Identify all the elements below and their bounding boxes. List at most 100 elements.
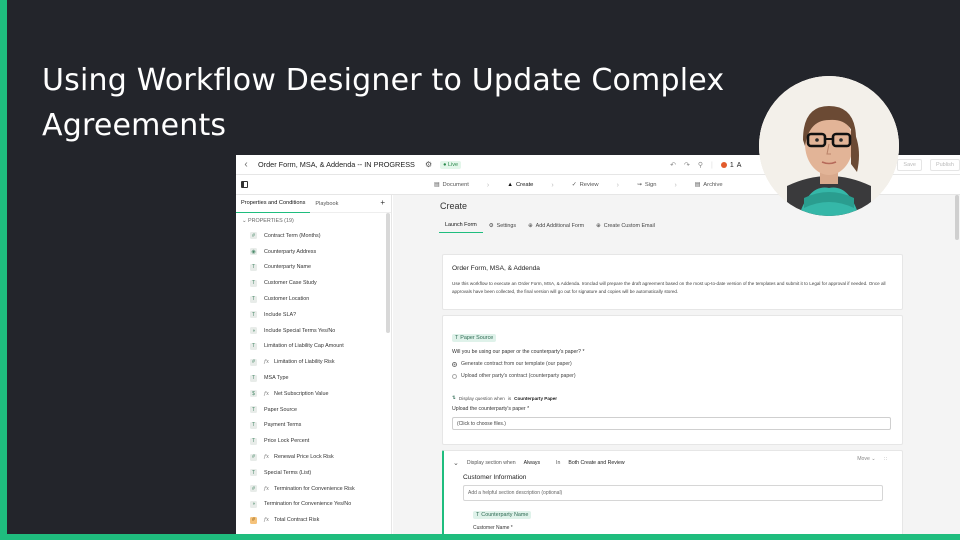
main-scrollbar[interactable] (955, 195, 959, 240)
property-item[interactable]: T Include SLA? (236, 307, 391, 323)
drag-handle-icon[interactable]: ∷ (884, 456, 887, 462)
move-label: Move (857, 456, 870, 462)
section-title[interactable]: Customer Information (463, 474, 893, 481)
alert-label: A (736, 161, 742, 169)
redo-icon[interactable]: ↷ (684, 161, 690, 169)
chip-label: Paper Source (460, 335, 494, 341)
radio-counterparty-paper[interactable]: Upload other party's contract (counterpa… (452, 373, 893, 379)
in-select[interactable]: Both Create and Review (568, 460, 624, 466)
tab-launch-form[interactable]: Launch Form (439, 222, 483, 233)
panel-toggle-icon[interactable] (236, 175, 252, 195)
chevron-down-icon[interactable]: ⌄ (453, 459, 459, 467)
property-item[interactable]: T MSA Type (236, 370, 391, 386)
property-label: Limitation of Liability Cap Amount (264, 343, 344, 350)
property-item[interactable]: T Limitation of Liability Cap Amount (236, 339, 391, 355)
property-item[interactable]: T Payment Terms (236, 418, 391, 434)
tab-add-additional-form[interactable]: ⊕ Add Additional Form (522, 223, 590, 233)
step-label: Archive (703, 182, 723, 188)
property-chip[interactable]: T Paper Source (452, 334, 497, 342)
property-item[interactable]: # fx Termination for Convenience Risk (236, 481, 391, 497)
property-label: Counterparty Name (264, 264, 312, 271)
property-item[interactable]: ◉ Counterparty Address (236, 244, 391, 260)
property-item[interactable]: # fx Total Contract Risk (236, 512, 391, 528)
slide-title: Using Workflow Designer to Update Comple… (42, 63, 725, 143)
alert-indicator[interactable]: 1 A (720, 161, 742, 169)
property-label: Paper Source (264, 406, 297, 413)
property-label: Termination for Convenience Yes/No (264, 501, 352, 508)
tab-label: Settings (496, 222, 517, 229)
presenter-photo (759, 76, 899, 216)
gear-icon: ⚙ (488, 222, 494, 229)
property-item[interactable]: ◑ Termination for Convenience Yes/No (236, 497, 391, 513)
main-tabs: Launch Form ⚙ Settings ⊕ Add Additional Fo… (439, 222, 661, 233)
archive-icon: ▤ (694, 182, 701, 188)
property-chip[interactable]: T Counterparty Name (473, 511, 532, 519)
property-item[interactable]: T Special Terms (List) (236, 465, 391, 481)
property-label: Include Special Terms Yes/No (264, 327, 336, 334)
upload-label: Upload the counterparty's paper * (452, 406, 530, 412)
publish-button[interactable]: Publish (929, 159, 960, 171)
display-when-select[interactable]: Always (524, 460, 540, 466)
alert-dot-icon (720, 162, 727, 168)
step-document[interactable]: ▤ Document (434, 182, 469, 188)
properties-header[interactable]: ⌄ PROPERTIES (19) (242, 218, 391, 224)
number-type-icon: # (250, 453, 257, 461)
property-label: Renewal Price Lock Risk (274, 454, 334, 461)
property-item[interactable]: T Customer Location (236, 291, 391, 307)
main-canvas: Create Launch Form ⚙ Settings ⊕ Add Additi… (393, 195, 960, 534)
step-review[interactable]: ✓ Review (572, 182, 599, 188)
step-label: Create (516, 182, 534, 188)
property-item[interactable]: ◑ Include Special Terms Yes/No (236, 323, 391, 339)
property-item[interactable]: $ fx Net Subscription Value (236, 386, 391, 402)
section-card: ⌄ Display section when Always In Both Cr… (442, 450, 903, 534)
chevron-right-icon: › (486, 181, 490, 189)
divider: | (711, 161, 713, 169)
sidebar-scrollbar[interactable] (386, 213, 390, 333)
tab-properties-and-conditions[interactable]: Properties and Conditions (236, 195, 311, 213)
section-actions: Move ⌄ ∷ (857, 456, 887, 462)
step-archive[interactable]: ▤ Archive (695, 182, 723, 188)
gear-icon[interactable]: ⚙ (425, 160, 432, 169)
radio-label: Upload other party's contract (counterpa… (461, 373, 576, 379)
property-item[interactable]: # fx Renewal Price Lock Risk (236, 449, 391, 465)
radio-selected-icon (452, 361, 457, 367)
display-condition[interactable]: ⇅ Display question when is Counterparty … (452, 395, 893, 401)
property-item[interactable]: T Price Lock Percent (236, 433, 391, 449)
move-menu[interactable]: Move ⌄ (857, 456, 875, 462)
property-label: MSA Type (264, 375, 289, 382)
add-icon[interactable]: + (380, 198, 385, 207)
property-label: Limitation of Liability Risk (274, 359, 335, 366)
property-label: Payment Terms (264, 422, 302, 429)
section-description-input[interactable]: Add a helpful section description (optio… (463, 485, 883, 501)
search-icon[interactable]: ⚲ (698, 161, 703, 169)
step-label: Sign (644, 182, 657, 188)
chevron-left-icon[interactable]: ‹ (236, 159, 256, 170)
display-when-label: Display section when (466, 460, 516, 466)
intro-card: Order Form, MSA, & Addenda Use this work… (442, 254, 903, 310)
step-sign[interactable]: ⇝ Sign (637, 182, 656, 188)
chip-label: Counterparty Name (481, 512, 529, 518)
tab-playbook[interactable]: Playbook (310, 195, 343, 213)
property-item[interactable]: T Counterparty Name (236, 260, 391, 276)
intro-title: Order Form, MSA, & Addenda (452, 265, 540, 272)
add-circle-icon: ⊕ (528, 222, 533, 229)
property-item[interactable]: T Customer Case Study (236, 275, 391, 291)
condition-prefix: Display question when (458, 395, 505, 401)
page-title: Create (440, 201, 468, 211)
property-item[interactable]: # fx Limitation of Liability Risk (236, 354, 391, 370)
tab-create-custom-email[interactable]: ⊕ Create Custom Email (590, 223, 661, 233)
property-item[interactable]: T Paper Source (236, 402, 391, 418)
file-upload-input[interactable]: (Click to choose files.) (452, 417, 891, 430)
radio-our-paper[interactable]: Generate contract from our template (our… (452, 361, 893, 367)
tab-settings[interactable]: ⚙ Settings (483, 223, 522, 233)
text-type-icon: T (250, 437, 257, 445)
save-button[interactable]: Save (897, 159, 922, 171)
property-item[interactable]: # Contract Term (Months) (236, 228, 391, 244)
text-type-icon: T (250, 421, 257, 429)
step-create[interactable]: ▲ Create (507, 182, 533, 188)
bottom-accent-bar (0, 534, 960, 540)
undo-icon[interactable]: ↶ (670, 161, 676, 169)
property-label: Customer Location (264, 296, 310, 303)
live-badge: ● Live (440, 160, 462, 169)
workflow-title: Order Form, MSA, & Addenda -- IN PROGRES… (258, 160, 415, 169)
